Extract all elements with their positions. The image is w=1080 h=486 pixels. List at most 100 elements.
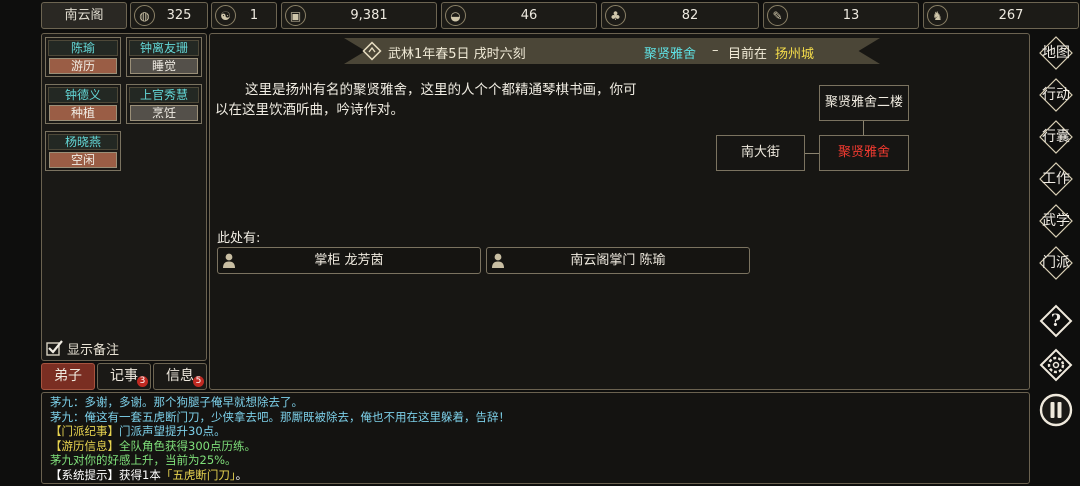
disciple-status: 烹饪 (130, 105, 198, 121)
resource-coin-bag[interactable]: ◍ 325 (130, 2, 208, 29)
disciple-card[interactable]: 杨晓燕 空闲 (45, 131, 121, 171)
log-text: 茅九对你的好感上升，当前为25%。 (50, 453, 237, 467)
tab-disciples[interactable]: 弟子 (41, 363, 95, 390)
coin-bag-icon: ◍ (134, 5, 155, 26)
log-text: 茅九：俺这有一套五虎断门刀，少侠拿去吧。那厮既被除去，俺也不用在这里躲着，告辞！ (50, 409, 510, 424)
game-date: 武林1年春5日 戌时六刻 (388, 47, 526, 62)
current-city[interactable]: 扬州城 (775, 43, 814, 62)
side-bag-button[interactable]: 行囊 (1036, 118, 1076, 156)
disciple-card[interactable]: 陈瑜 游历 (45, 37, 121, 77)
tab-label: 弟子 (54, 368, 82, 384)
resource-value: 9,381 (350, 8, 388, 23)
log-text: 【系统提示】获得1本 (50, 467, 161, 482)
log-line: 茅九对你的好感上升，当前为25%。 (50, 453, 1029, 468)
beast-icon: ♞ (927, 5, 948, 26)
log-line: 【游历信息】全队角色获得300点历练。 (50, 439, 1029, 454)
resource-value: 325 (166, 8, 192, 23)
resource-value: 82 (681, 8, 699, 23)
resource-value: 13 (842, 8, 860, 23)
disciple-name: 上官秀慧 (129, 87, 199, 103)
resource-value: 267 (998, 8, 1024, 23)
log-line: 【门派纪事】门派声望提升30点。 (50, 424, 1029, 439)
resource-beast[interactable]: ♞ 267 (923, 2, 1079, 29)
scroll-icon: ✎ (767, 5, 788, 26)
side-label: 工作 (1042, 170, 1070, 187)
resource-scroll[interactable]: ✎ 13 (763, 2, 919, 29)
log-line: 【系统提示】获得1本「五虎断门刀」。 (50, 468, 1029, 483)
header-separator: – (712, 43, 719, 58)
disciple-status: 睡觉 (130, 58, 198, 74)
current-location-title[interactable]: 聚贤雅舍 (644, 43, 696, 62)
side-label: ? (1051, 310, 1061, 331)
calendar-icon (362, 41, 382, 61)
side-help-button[interactable]: ? (1036, 302, 1076, 340)
npc-button[interactable]: 南云阁掌门 陈瑜 (486, 247, 750, 274)
tab-label: 记事 (110, 368, 138, 384)
side-label: 武学 (1042, 212, 1070, 229)
disciple-card[interactable]: 钟离友珊 睡觉 (126, 37, 202, 77)
side-label: 门派 (1042, 254, 1070, 271)
log-text: 门派声望提升30点。 (119, 424, 226, 438)
checkbox-checked-icon (46, 340, 63, 356)
npc-label: 南云阁掌门 陈瑜 (570, 253, 666, 268)
tab-chronicle[interactable]: 记事 3 (97, 363, 151, 390)
log-line: 茅九：俺这有一套五虎断门刀，少侠拿去吧。那厮既被除去，俺也不用在这里躲着，告辞！ (50, 410, 1029, 425)
resource-herb[interactable]: ♣ 82 (601, 2, 759, 29)
pause-icon (1039, 393, 1073, 427)
side-work-button[interactable]: 工作 (1036, 160, 1076, 198)
tab-messages[interactable]: 信息 5 (153, 363, 207, 390)
resource-value: 46 (520, 8, 538, 23)
log-text: 茅九：多谢，多谢。那个狗腿子俺早就想除去了。 (50, 395, 303, 409)
log-line: 茅九：多谢，多谢。那个狗腿子俺早就想除去了。 (50, 395, 1029, 410)
disciple-name: 杨晓燕 (48, 134, 118, 150)
map-connector (805, 153, 819, 154)
side-settings-button[interactable] (1036, 346, 1076, 384)
log-text: 全队角色获得300点历练。 (119, 438, 256, 453)
disciple-card[interactable]: 钟德义 种植 (45, 84, 121, 124)
disciple-name: 钟离友珊 (129, 40, 199, 56)
log-tag: 【游历信息】 (50, 438, 119, 453)
message-log[interactable]: 茅九：多谢，多谢。那个狗腿子俺早就想除去了。 茅九：俺这有一套五虎断门刀，少侠拿… (41, 392, 1030, 484)
log-tag: 【门派纪事】 (50, 424, 119, 438)
npc-button[interactable]: 掌柜 龙芳茵 (217, 247, 481, 274)
disciple-panel (41, 33, 207, 361)
resource-value: 1 (249, 8, 259, 23)
side-label: 行动 (1042, 86, 1070, 103)
side-map-button[interactable]: 地图 (1036, 34, 1076, 72)
tab-label: 信息 (166, 368, 194, 384)
description-line: 以在这里饮酒听曲，吟诗作对。 (215, 102, 404, 118)
log-text: 。 (235, 467, 248, 482)
resource-rice-bowl[interactable]: ◒ 46 (441, 2, 597, 29)
side-martial-arts-button[interactable]: 武学 (1036, 202, 1076, 240)
side-pause-button[interactable] (1036, 391, 1076, 429)
copper-coin-icon: ▣ (285, 5, 306, 26)
location-prefix: 目前在 (728, 47, 768, 62)
npc-label: 掌柜 龙芳茵 (314, 253, 384, 268)
disciple-card[interactable]: 上官秀慧 烹饪 (126, 84, 202, 124)
map-room-current: 聚贤雅舍 (819, 135, 909, 171)
unread-badge: 5 (193, 376, 204, 387)
log-item: 「五虎断门刀」 (160, 467, 236, 482)
side-sect-button[interactable]: 门派 (1036, 244, 1076, 282)
sect-name-button[interactable]: 南云阁 (41, 2, 127, 29)
side-label: 行囊 (1042, 128, 1070, 145)
yin-yang-icon: ☯ (215, 5, 236, 26)
disciple-status: 种植 (49, 105, 117, 121)
resource-copper-coin[interactable]: ▣ 9,381 (281, 2, 437, 29)
map-room-west[interactable]: 南大街 (716, 135, 805, 171)
resource-yin-yang[interactable]: ☯ 1 (211, 2, 277, 29)
show-notes-label: 显示备注 (67, 343, 120, 358)
disciple-status: 空闲 (49, 152, 117, 168)
disciple-name: 钟德义 (48, 87, 118, 103)
map-room-upstairs[interactable]: 聚贤雅舍二楼 (819, 85, 909, 121)
description-line: 这里是扬州有名的聚贤雅舍，这里的人个个都精通琴棋书画，你可 (245, 82, 637, 98)
person-icon (223, 253, 235, 268)
unread-badge: 3 (137, 376, 148, 387)
disciple-status: 游历 (49, 58, 117, 74)
side-action-button[interactable]: 行动 (1036, 76, 1076, 114)
disciple-name: 陈瑜 (48, 40, 118, 56)
map-connector (863, 121, 864, 135)
settings-gear-icon (1039, 348, 1073, 382)
here-label: 此处有: (217, 231, 261, 246)
location-description: 这里是扬州有名的聚贤雅舍，这里的人个个都精通琴棋书画，你可 以在这里饮酒听曲，吟… (215, 80, 705, 120)
